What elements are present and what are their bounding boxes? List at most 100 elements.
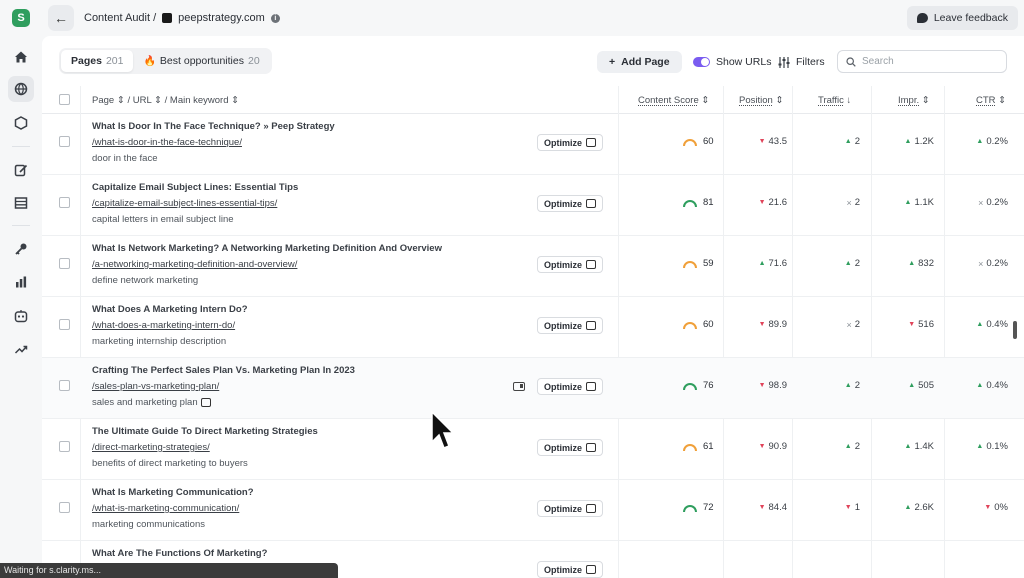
- ctr-value: 0.2%: [986, 258, 1008, 269]
- search-box[interactable]: [837, 50, 1007, 73]
- page-title[interactable]: What Is Network Marketing? A Networking …: [92, 243, 442, 254]
- toggle-switch[interactable]: [693, 57, 710, 67]
- search-input[interactable]: [862, 56, 992, 67]
- page-title[interactable]: What Are The Functions Of Marketing?: [92, 548, 267, 559]
- row-checkbox[interactable]: [59, 441, 70, 452]
- globe-icon[interactable]: [8, 76, 34, 102]
- ctr-unchanged-icon: ×: [978, 197, 984, 208]
- page-url-link[interactable]: /capitalize-email-subject-lines-essentia…: [92, 198, 277, 209]
- col-content-score-header[interactable]: Content Score ⇕: [638, 95, 709, 106]
- col-ctr-header[interactable]: CTR ⇕: [976, 95, 1006, 106]
- page-title[interactable]: What Is Door In The Face Technique? » Pe…: [92, 121, 335, 132]
- row-checkbox[interactable]: [59, 319, 70, 330]
- main-keyword-text: marketing communications: [92, 519, 205, 530]
- edit-icon: [586, 199, 597, 208]
- table-row[interactable]: What Is Door In The Face Technique? » Pe…: [42, 114, 1024, 175]
- edit-icon[interactable]: [8, 157, 34, 183]
- table-row[interactable]: What Does A Marketing Intern Do? /what-d…: [42, 297, 1024, 358]
- optimize-button[interactable]: Optimize: [537, 256, 604, 273]
- position-cell: ▼ 89.9: [738, 319, 787, 330]
- optimize-label: Optimize: [544, 198, 583, 209]
- app-logo[interactable]: S: [12, 9, 30, 27]
- tab-best-opportunities-count: 20: [247, 55, 260, 67]
- optimize-button[interactable]: Optimize: [537, 134, 604, 151]
- bar-chart-icon[interactable]: [8, 269, 34, 295]
- page-url-link[interactable]: /sales-plan-vs-marketing-plan/: [92, 381, 219, 392]
- col-traffic-header[interactable]: Traffic ↓: [818, 95, 851, 106]
- score-gauge-icon: [683, 138, 697, 146]
- main-keyword-text: benefits of direct marketing to buyers: [92, 458, 248, 469]
- table-icon[interactable]: [8, 190, 34, 216]
- optimize-button[interactable]: Optimize: [537, 195, 604, 212]
- edit-keyword-icon[interactable]: [200, 398, 211, 407]
- row-checkbox[interactable]: [59, 258, 70, 269]
- page-title[interactable]: What Does A Marketing Intern Do?: [92, 304, 248, 315]
- page-title[interactable]: Crafting The Perfect Sales Plan Vs. Mark…: [92, 365, 355, 376]
- col-page-header[interactable]: Page ⇕ / URL ⇕ / Main keyword ⇕: [92, 95, 239, 106]
- impr-up-icon: ▲: [904, 504, 912, 511]
- table-row[interactable]: The Ultimate Guide To Direct Marketing S…: [42, 419, 1024, 480]
- page-url-link[interactable]: /direct-marketing-strategies/: [92, 442, 210, 453]
- ctr-value: 0.2%: [986, 197, 1008, 208]
- trend-icon[interactable]: [8, 336, 34, 362]
- page-title[interactable]: The Ultimate Guide To Direct Marketing S…: [92, 426, 318, 437]
- breadcrumb: Content Audit / peepstrategy.com i: [84, 12, 280, 24]
- select-all-checkbox[interactable]: [59, 94, 70, 105]
- edit-icon: [586, 443, 597, 452]
- traffic-value: 2: [854, 319, 860, 330]
- page-url-link[interactable]: /what-is-marketing-communication/: [92, 503, 239, 514]
- scrollbar-thumb[interactable]: [1013, 321, 1017, 339]
- optimize-button[interactable]: Optimize: [537, 378, 604, 395]
- row-checkbox[interactable]: [59, 197, 70, 208]
- impr-cell: ▲ 2.6K: [892, 502, 934, 513]
- show-urls-toggle[interactable]: Show URLs: [693, 51, 771, 73]
- status-bar: Waiting for s.clarity.ms...: [0, 563, 338, 578]
- table-row[interactable]: What Is Marketing Communication? /what-i…: [42, 480, 1024, 541]
- impr-value: 1.2K: [914, 136, 934, 147]
- add-page-button[interactable]: + Add Page: [597, 51, 682, 73]
- optimize-button[interactable]: Optimize: [537, 500, 604, 517]
- optimize-button[interactable]: Optimize: [537, 561, 604, 578]
- col-position-header[interactable]: Position ⇕: [739, 95, 783, 106]
- traffic-unchanged-icon: ×: [846, 197, 852, 208]
- score-gauge-icon: [683, 199, 697, 207]
- side-panel-icon[interactable]: [513, 382, 525, 391]
- info-icon[interactable]: i: [270, 13, 280, 23]
- table-row[interactable]: Capitalize Email Subject Lines: Essentia…: [42, 175, 1024, 236]
- page-url-link[interactable]: /what-is-door-in-the-face-technique/: [92, 137, 242, 148]
- content-score-value: 72: [703, 502, 714, 513]
- filters-button[interactable]: Filters: [778, 51, 825, 73]
- col-impr-header[interactable]: Impr. ⇕: [898, 95, 930, 106]
- row-checkbox[interactable]: [59, 502, 70, 513]
- row-checkbox[interactable]: [59, 380, 70, 391]
- optimize-button[interactable]: Optimize: [537, 439, 604, 456]
- leave-feedback-button[interactable]: Leave feedback: [906, 6, 1018, 30]
- robot-icon[interactable]: [8, 303, 34, 329]
- page-title[interactable]: What Is Marketing Communication?: [92, 487, 254, 498]
- impr-up-icon: ▲: [908, 382, 916, 389]
- content-score-value: 59: [703, 258, 714, 269]
- ctr-down-icon: ▼: [984, 504, 992, 511]
- content-score: 59: [682, 258, 714, 269]
- tab-pages[interactable]: Pages 201: [61, 50, 134, 72]
- table-toolbar: Pages 201 🔥 Best opportunities 20 + Add …: [42, 36, 1024, 86]
- tab-best-opportunities[interactable]: 🔥 Best opportunities 20: [133, 50, 269, 72]
- home-icon[interactable]: [8, 44, 34, 70]
- score-gauge-icon: [683, 443, 697, 451]
- site-favicon-icon: [162, 13, 173, 23]
- main-keyword: marketing communications: [92, 519, 205, 530]
- score-gauge-icon: [683, 504, 697, 512]
- back-button[interactable]: ←: [48, 5, 74, 31]
- page-url-link[interactable]: /what-does-a-marketing-intern-do/: [92, 320, 235, 331]
- row-checkbox[interactable]: [59, 136, 70, 147]
- table-row[interactable]: Crafting The Perfect Sales Plan Vs. Mark…: [42, 358, 1024, 419]
- page-url-link[interactable]: /a-networking-marketing-definition-and-o…: [92, 259, 297, 270]
- hexagon-icon[interactable]: [8, 110, 34, 136]
- page-title[interactable]: Capitalize Email Subject Lines: Essentia…: [92, 182, 298, 193]
- content-score: 81: [682, 197, 714, 208]
- ctr-up-icon: ▲: [976, 138, 984, 145]
- breadcrumb-root[interactable]: Content Audit /: [84, 12, 156, 24]
- key-icon[interactable]: [8, 236, 34, 262]
- optimize-button[interactable]: Optimize: [537, 317, 604, 334]
- table-row[interactable]: What Is Network Marketing? A Networking …: [42, 236, 1024, 297]
